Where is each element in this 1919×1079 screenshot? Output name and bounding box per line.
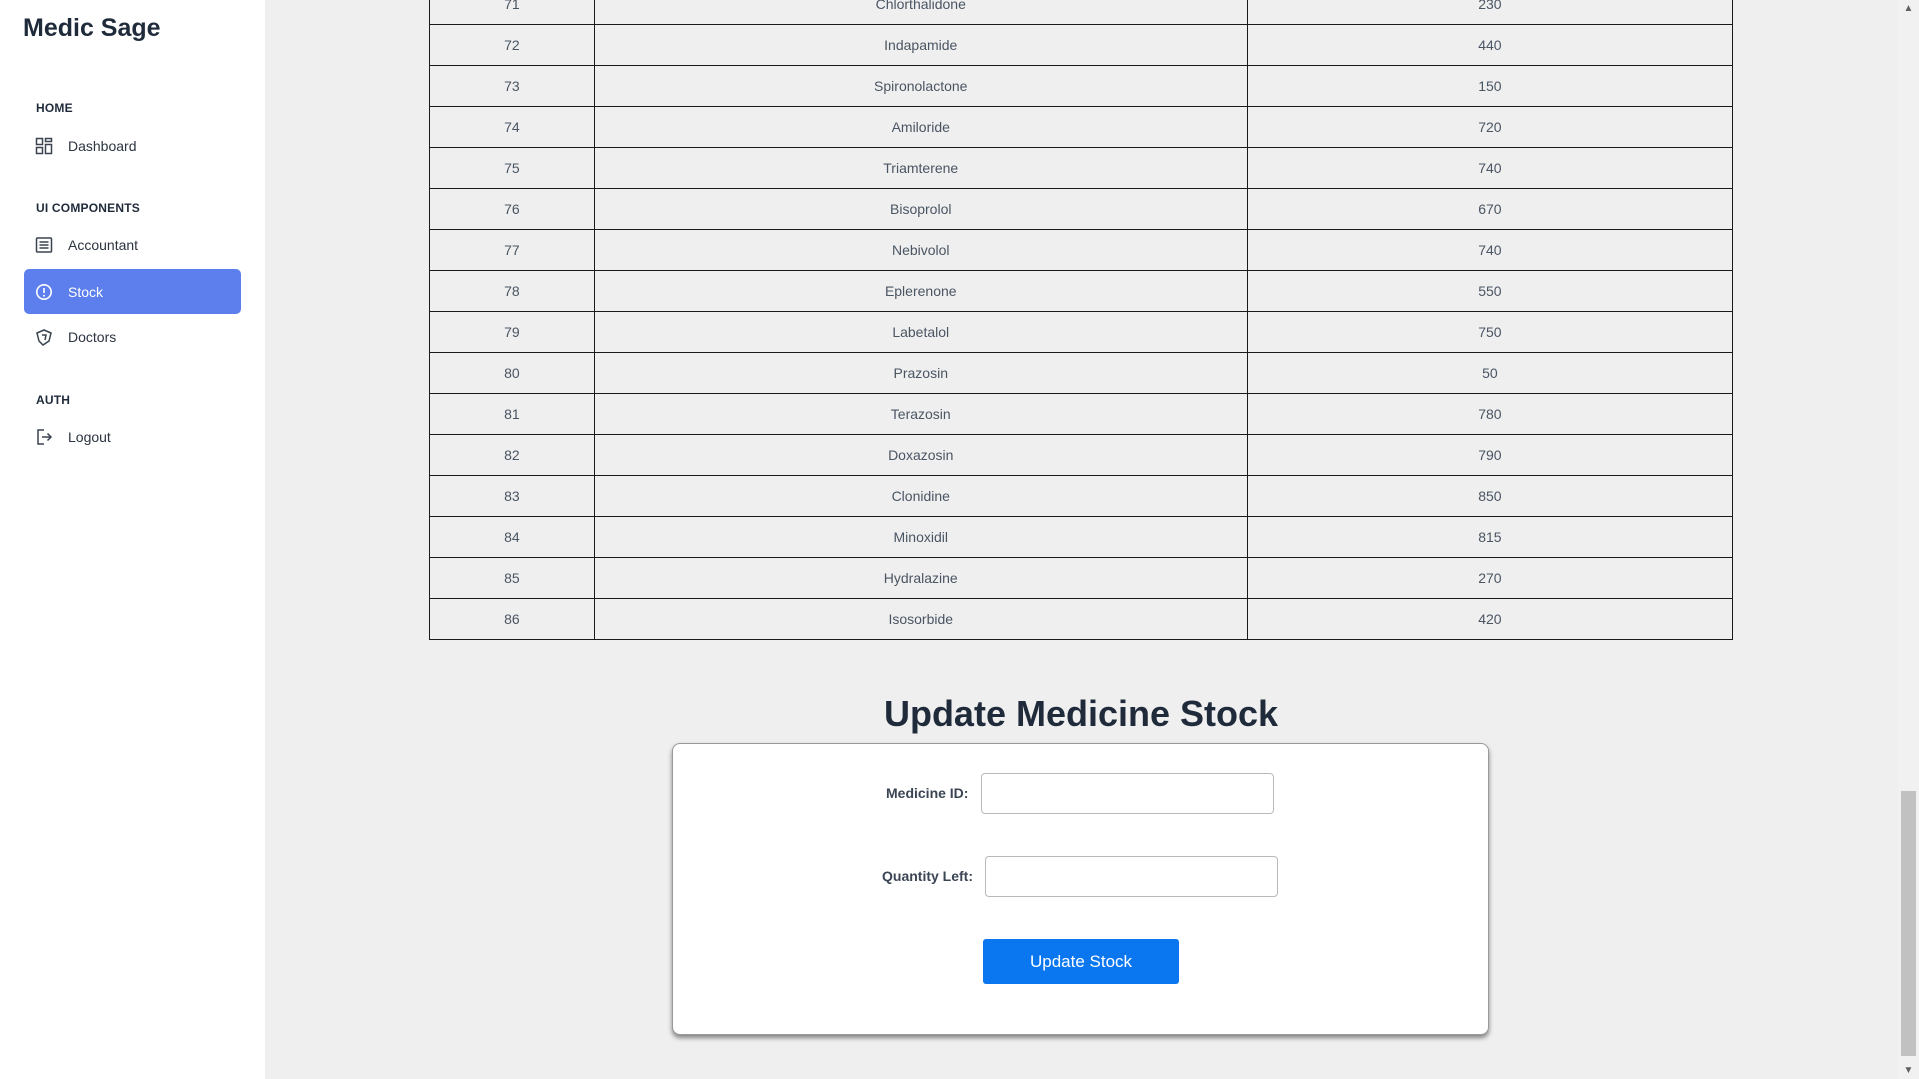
quantity-left-label: Quantity Left: bbox=[882, 868, 973, 884]
row-quantity-cell: 750 bbox=[1246, 311, 1734, 353]
medicine-id-label: Medicine ID: bbox=[886, 785, 969, 801]
row-name-cell: Terazosin bbox=[593, 393, 1248, 435]
section-label-ui-components: UI COMPONENTS bbox=[36, 201, 140, 215]
row-name-cell: Chlorthalidone bbox=[593, 0, 1248, 25]
sidebar-item-logout[interactable]: Logout bbox=[24, 414, 241, 459]
app-title: Medic Sage bbox=[23, 14, 161, 42]
sidebar-item-label: Logout bbox=[68, 428, 111, 445]
row-name-cell: Doxazosin bbox=[593, 434, 1248, 476]
row-name-cell: Triamterene bbox=[593, 147, 1248, 189]
row-quantity-cell: 440 bbox=[1246, 24, 1734, 66]
medicine-id-input[interactable] bbox=[981, 773, 1274, 814]
row-quantity-cell: 740 bbox=[1246, 229, 1734, 271]
row-id-cell: 76 bbox=[429, 188, 595, 230]
table-row: 74 Amiloride 720 bbox=[429, 106, 1734, 148]
row-id-cell: 80 bbox=[429, 352, 595, 394]
row-id-cell: 74 bbox=[429, 106, 595, 148]
row-quantity-cell: 790 bbox=[1246, 434, 1734, 476]
sidebar-item-accountant[interactable]: Accountant bbox=[24, 222, 241, 267]
row-name-cell: Amiloride bbox=[593, 106, 1248, 148]
row-quantity-cell: 740 bbox=[1246, 147, 1734, 189]
table-row: 85 Hydralazine 270 bbox=[429, 557, 1734, 599]
row-id-cell: 81 bbox=[429, 393, 595, 435]
sidebar-item-dashboard[interactable]: Dashboard bbox=[24, 123, 241, 168]
row-id-cell: 86 bbox=[429, 598, 595, 640]
row-id-cell: 79 bbox=[429, 311, 595, 353]
shield-icon bbox=[34, 327, 54, 347]
row-id-cell: 84 bbox=[429, 516, 595, 558]
table-row: 83 Clonidine 850 bbox=[429, 475, 1734, 517]
scroll-down-arrow-icon[interactable]: ▼ bbox=[1898, 1062, 1919, 1079]
section-label-home: HOME bbox=[36, 101, 73, 115]
row-name-cell: Nebivolol bbox=[593, 229, 1248, 271]
row-id-cell: 71 bbox=[429, 0, 595, 25]
update-stock-button[interactable]: Update Stock bbox=[983, 939, 1179, 984]
sidebar-item-label: Dashboard bbox=[68, 137, 137, 154]
row-quantity-cell: 150 bbox=[1246, 65, 1734, 107]
scroll-up-arrow-icon[interactable]: ▲ bbox=[1898, 0, 1919, 17]
row-id-cell: 82 bbox=[429, 434, 595, 476]
row-quantity-cell: 550 bbox=[1246, 270, 1734, 312]
sidebar-item-label: Doctors bbox=[68, 328, 117, 345]
row-quantity-cell: 420 bbox=[1246, 598, 1734, 640]
row-name-cell: Hydralazine bbox=[593, 557, 1248, 599]
row-id-cell: 75 bbox=[429, 147, 595, 189]
row-id-cell: 72 bbox=[429, 24, 595, 66]
table-row: 72 Indapamide 440 bbox=[429, 24, 1734, 66]
row-quantity-cell: 780 bbox=[1246, 393, 1734, 435]
table-row: 86 Isosorbide 420 bbox=[429, 598, 1734, 640]
table-row: 81 Terazosin 780 bbox=[429, 393, 1734, 435]
table-row: 73 Spironolactone 150 bbox=[429, 65, 1734, 107]
row-name-cell: Bisoprolol bbox=[593, 188, 1248, 230]
sidebar-item-stock[interactable]: Stock bbox=[24, 269, 241, 314]
update-stock-form: Medicine ID: Quantity Left: Update Stock bbox=[672, 743, 1489, 1035]
table-row: 78 Eplerenone 550 bbox=[429, 270, 1734, 312]
row-name-cell: Indapamide bbox=[593, 24, 1248, 66]
row-quantity-cell: 815 bbox=[1246, 516, 1734, 558]
row-name-cell: Isosorbide bbox=[593, 598, 1248, 640]
table-row: 82 Doxazosin 790 bbox=[429, 434, 1734, 476]
row-id-cell: 73 bbox=[429, 65, 595, 107]
row-quantity-cell: 230 bbox=[1246, 0, 1734, 25]
table-row: 75 Triamterene 740 bbox=[429, 147, 1734, 189]
row-quantity-cell: 270 bbox=[1246, 557, 1734, 599]
row-name-cell: Spironolactone bbox=[593, 65, 1248, 107]
row-name-cell: Clonidine bbox=[593, 475, 1248, 517]
row-quantity-cell: 50 bbox=[1246, 352, 1734, 394]
sidebar: Medic Sage HOME Dashboard UI COMPONENTS … bbox=[0, 0, 265, 1079]
row-id-cell: 85 bbox=[429, 557, 595, 599]
table-row: 80 Prazosin 50 bbox=[429, 352, 1734, 394]
stock-table: 71 Chlorthalidone 230 72 Indapamide 440 73 Spir… bbox=[429, 0, 1734, 640]
sidebar-item-label: Stock bbox=[68, 283, 104, 300]
row-id-cell: 83 bbox=[429, 475, 595, 517]
row-name-cell: Minoxidil bbox=[593, 516, 1248, 558]
table-row: 77 Nebivolol 740 bbox=[429, 229, 1734, 271]
dashboard-icon bbox=[34, 136, 54, 156]
sidebar-item-label: Accountant bbox=[68, 236, 139, 253]
scrollbar-thumb[interactable] bbox=[1901, 791, 1916, 1056]
row-id-cell: 77 bbox=[429, 229, 595, 271]
row-quantity-cell: 720 bbox=[1246, 106, 1734, 148]
list-icon bbox=[34, 235, 54, 255]
row-name-cell: Prazosin bbox=[593, 352, 1248, 394]
page-scrollbar[interactable]: ▲ ▼ bbox=[1898, 0, 1919, 1079]
alert-circle-icon bbox=[34, 282, 54, 302]
table-row: 71 Chlorthalidone 230 bbox=[429, 0, 1734, 25]
logout-icon bbox=[34, 427, 54, 447]
form-title: Update Medicine Stock bbox=[883, 693, 1279, 734]
table-row: 84 Minoxidil 815 bbox=[429, 516, 1734, 558]
row-id-cell: 78 bbox=[429, 270, 595, 312]
table-row: 76 Bisoprolol 670 bbox=[429, 188, 1734, 230]
table-row: 79 Labetalol 750 bbox=[429, 311, 1734, 353]
sidebar-item-doctors[interactable]: Doctors bbox=[24, 314, 241, 359]
section-label-auth: AUTH bbox=[36, 393, 71, 407]
row-quantity-cell: 670 bbox=[1246, 188, 1734, 230]
row-quantity-cell: 850 bbox=[1246, 475, 1734, 517]
quantity-left-input[interactable] bbox=[985, 856, 1278, 897]
row-name-cell: Eplerenone bbox=[593, 270, 1248, 312]
row-name-cell: Labetalol bbox=[593, 311, 1248, 353]
